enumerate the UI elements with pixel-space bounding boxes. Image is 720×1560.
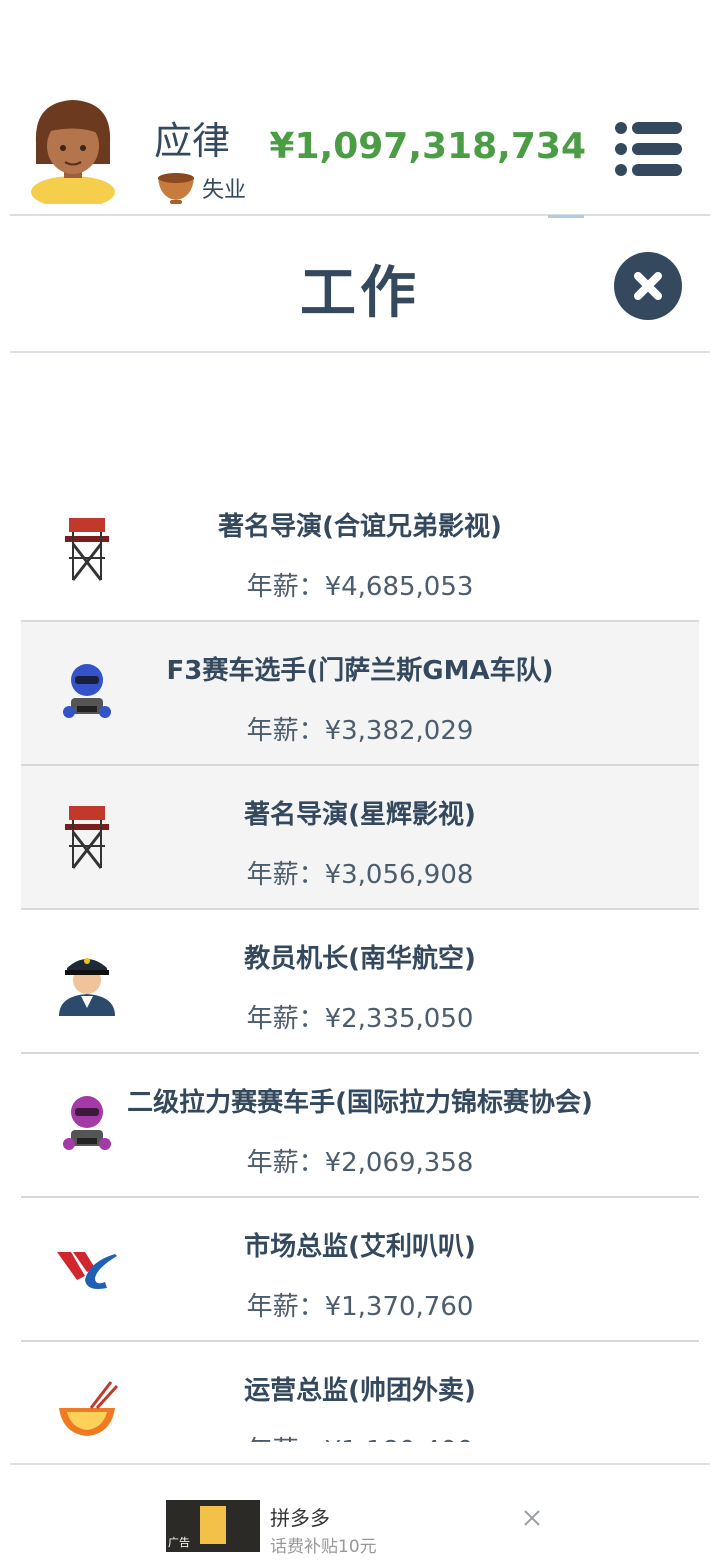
player-name: 应律	[154, 119, 231, 163]
close-icon	[634, 272, 662, 300]
ad-coupon-image	[200, 1506, 226, 1544]
job-list[interactable]: 著名导演(合谊兄弟影视) 年薪：¥4,685,053 F3赛车选手(门萨兰斯GM…	[21, 478, 699, 1442]
bowl-icon	[158, 173, 194, 204]
job-salary: 年薪：¥1,180,400	[21, 1430, 699, 1442]
job-salary: 年薪：¥3,056,908	[246, 860, 474, 890]
ad-title[interactable]: 拼多多	[270, 1502, 330, 1531]
job-item[interactable]: 教员机长(南华航空) 年薪：¥2,335,050	[21, 910, 699, 1054]
page-title: 工作	[300, 261, 420, 326]
job-salary: 年薪：¥1,370,760	[246, 1292, 474, 1322]
job-item[interactable]: 市场总监(艾利叭叭) 年薪：¥1,370,760	[21, 1198, 699, 1342]
list-divider	[10, 1463, 710, 1465]
job-item[interactable]: 著名导演(星辉影视) 年薪：¥3,056,908	[21, 766, 699, 910]
job-item[interactable]: F3赛车选手(门萨兰斯GMA车队) 年薪：¥3,382,029	[21, 622, 699, 766]
job-title: F3赛车选手(门萨兰斯GMA车队)	[166, 656, 554, 686]
job-salary: 年薪：¥2,069,358	[246, 1148, 474, 1178]
job-title: 著名导演(星辉影视)	[244, 800, 476, 830]
job-title: 教员机长(南华航空)	[244, 944, 476, 974]
title-divider	[10, 351, 710, 353]
job-title: 著名导演(合谊兄弟影视)	[218, 512, 502, 542]
job-item[interactable]: 二级拉力赛赛车手(国际拉力锦标赛协会) 年薪：¥2,069,358	[21, 1054, 699, 1198]
job-item[interactable]: 著名导演(合谊兄弟影视) 年薪：¥4,685,053	[21, 478, 699, 622]
job-title: 运营总监(帅团外卖)	[244, 1376, 476, 1406]
woman-avatar-icon[interactable]	[28, 94, 118, 204]
ad-tag: 广告	[168, 1536, 190, 1549]
header-divider	[10, 214, 710, 216]
close-icon[interactable]	[520, 1506, 544, 1530]
close-button[interactable]	[614, 252, 682, 320]
job-title: 二级拉力赛赛车手(国际拉力锦标赛协会)	[127, 1088, 593, 1118]
status-label: 失业	[202, 178, 247, 203]
header: 应律 失业 ¥1,097,318,734	[0, 0, 720, 218]
scroll-indicator	[548, 215, 584, 218]
job-salary: 年薪：¥3,382,029	[246, 716, 474, 746]
job-item[interactable]: 运营总监(帅团外卖) 年薪：¥1,180,400	[21, 1342, 699, 1442]
job-status: 失业	[156, 168, 246, 208]
ad-thumbnail[interactable]: 广告	[166, 1500, 260, 1552]
ad-subtitle[interactable]: 话费补贴10元	[270, 1532, 377, 1557]
job-title: 市场总监(艾利叭叭)	[244, 1232, 476, 1262]
job-salary: 年薪：¥4,685,053	[246, 572, 474, 602]
job-salary: 年薪：¥2,335,050	[246, 1004, 474, 1034]
list-menu-icon[interactable]	[612, 120, 684, 178]
money-balance: ¥1,097,318,734	[269, 126, 586, 167]
